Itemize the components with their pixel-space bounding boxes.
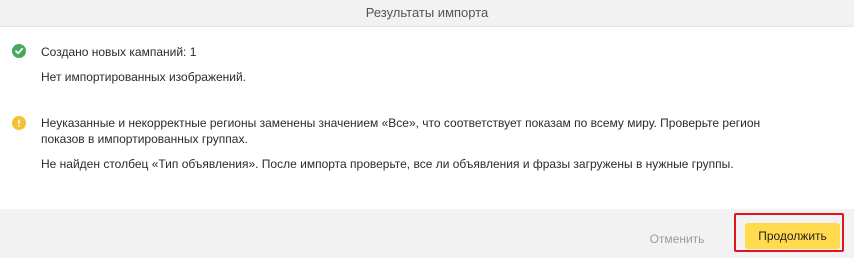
continue-button[interactable]: Продолжить	[745, 223, 840, 249]
no-images-text: Нет импортированных изображений.	[41, 70, 247, 84]
ad-type-column-warning-text: Не найден столбец «Тип объявления». Посл…	[41, 157, 734, 171]
dialog-footer: Отменить Продолжить	[0, 209, 854, 258]
check-circle-icon	[12, 44, 26, 58]
regions-warning-text-line2: показов в импортированных группах.	[41, 132, 248, 146]
dialog-title: Результаты импорта	[0, 0, 854, 27]
campaigns-created-text: Создано новых кампаний: 1	[41, 45, 197, 59]
regions-warning-text-line1: Неуказанные и некорректные регионы замен…	[41, 116, 761, 130]
info-circle-icon	[12, 116, 26, 130]
cancel-button[interactable]: Отменить	[636, 227, 718, 251]
import-results-dialog: Результаты импорта Создано новых кампани…	[0, 0, 854, 258]
